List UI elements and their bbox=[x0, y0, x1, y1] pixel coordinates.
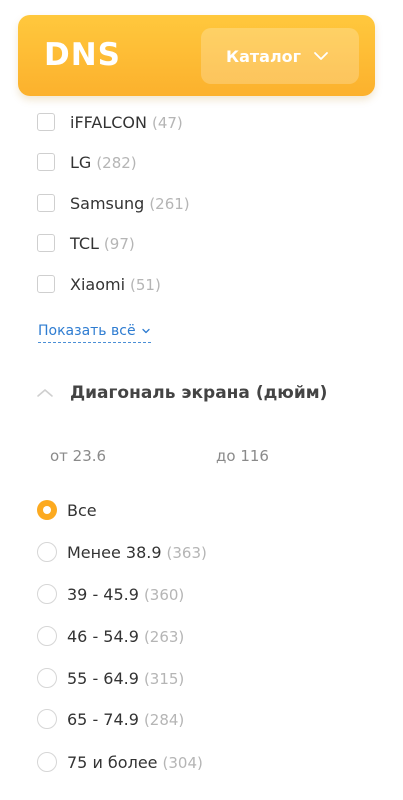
option-count: (304) bbox=[162, 753, 203, 772]
checkbox[interactable] bbox=[37, 153, 55, 171]
option-label: Все bbox=[67, 500, 97, 520]
radio-button-selected[interactable] bbox=[37, 500, 57, 520]
catalog-button[interactable]: Каталог bbox=[201, 28, 359, 84]
brand-option-iffalcon[interactable]: iFFALCON (47) bbox=[37, 111, 183, 133]
radio-button[interactable] bbox=[37, 752, 57, 772]
brand-label: iFFALCON bbox=[70, 112, 147, 132]
diagonal-option-55-64-9[interactable]: 55 - 64.9 (315) bbox=[37, 667, 184, 689]
radio-button[interactable] bbox=[37, 668, 57, 688]
diagonal-option-39-45-9[interactable]: 39 - 45.9 (360) bbox=[37, 583, 184, 605]
brand-count: (97) bbox=[103, 234, 135, 253]
option-count: (263) bbox=[143, 627, 185, 646]
brand-option-lg[interactable]: LG (282) bbox=[37, 151, 137, 173]
option-label: 75 и более bbox=[67, 752, 158, 772]
checkbox[interactable] bbox=[37, 234, 55, 252]
brand-count: (282) bbox=[96, 153, 137, 172]
dns-logo[interactable]: DNS bbox=[44, 37, 121, 73]
brand-count: (51) bbox=[130, 275, 161, 294]
diagonal-option-46-54-9[interactable]: 46 - 54.9 (263) bbox=[37, 625, 184, 647]
brand-option-samsung[interactable]: Samsung (261) bbox=[37, 192, 190, 214]
brand-count: (47) bbox=[151, 113, 183, 132]
brand-label: Samsung bbox=[70, 193, 145, 213]
option-count: (315) bbox=[143, 669, 185, 688]
brand-count: (261) bbox=[149, 194, 190, 213]
radio-button[interactable] bbox=[37, 626, 57, 646]
option-count: (360) bbox=[143, 585, 185, 604]
option-label: Менее 38.9 bbox=[67, 542, 162, 562]
brand-label: LG bbox=[70, 152, 92, 172]
diagonal-from-input[interactable]: от 23.6 bbox=[50, 447, 106, 465]
catalog-button-label: Каталог bbox=[226, 46, 302, 66]
chevron-up-icon[interactable] bbox=[36, 387, 54, 399]
radio-button[interactable] bbox=[37, 542, 57, 562]
option-label: 46 - 54.9 bbox=[67, 626, 139, 646]
diagonal-option-65-74-9[interactable]: 65 - 74.9 (284) bbox=[37, 708, 184, 730]
checkbox[interactable] bbox=[37, 113, 55, 131]
diagonal-option-all[interactable]: Все bbox=[37, 499, 97, 521]
brand-option-tcl[interactable]: TCL (97) bbox=[37, 232, 135, 254]
diagonal-section-header[interactable]: Диагональ экрана (дюйм) bbox=[36, 380, 327, 406]
brand-option-xiaomi[interactable]: Xiaomi (51) bbox=[37, 273, 161, 295]
diagonal-option-less-38-9[interactable]: Менее 38.9 (363) bbox=[37, 541, 207, 563]
option-count: (284) bbox=[143, 710, 185, 729]
radio-button[interactable] bbox=[37, 584, 57, 604]
option-label: 55 - 64.9 bbox=[67, 668, 139, 688]
option-label: 65 - 74.9 bbox=[67, 709, 139, 729]
brand-label: Xiaomi bbox=[70, 274, 126, 294]
diagonal-option-75-plus[interactable]: 75 и более (304) bbox=[37, 751, 203, 773]
show-all-label: Показать всё bbox=[38, 323, 136, 339]
chevron-down-icon bbox=[141, 328, 150, 334]
radio-button[interactable] bbox=[37, 709, 57, 729]
header-bar: DNS Каталог bbox=[18, 15, 375, 96]
show-all-link[interactable]: Показать всё bbox=[38, 320, 151, 343]
checkbox[interactable] bbox=[37, 275, 55, 293]
brand-label: TCL bbox=[70, 233, 99, 253]
checkbox[interactable] bbox=[37, 194, 55, 212]
diagonal-section-title: Диагональ экрана (дюйм) bbox=[70, 383, 328, 403]
chevron-down-icon bbox=[314, 52, 328, 60]
option-count: (363) bbox=[166, 543, 207, 562]
option-label: 39 - 45.9 bbox=[67, 584, 139, 604]
diagonal-to-input[interactable]: до 116 bbox=[216, 447, 269, 465]
